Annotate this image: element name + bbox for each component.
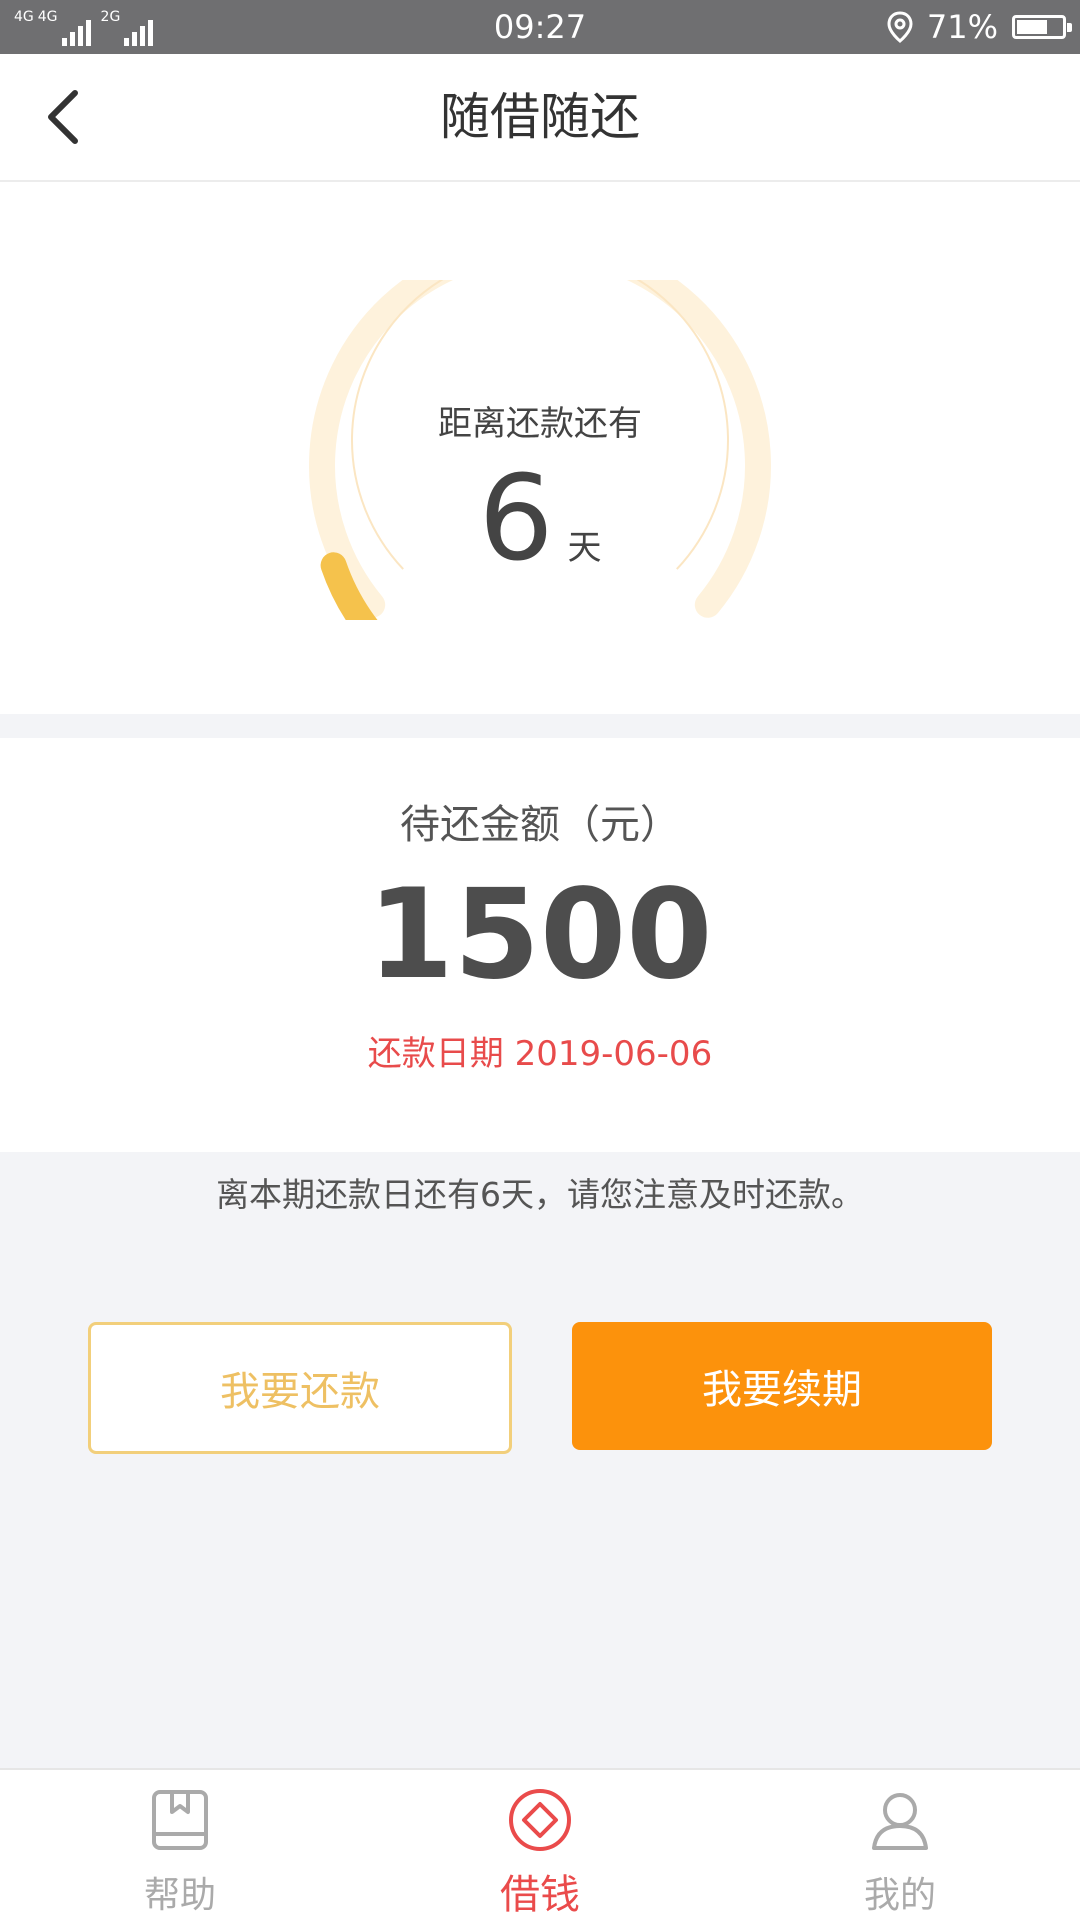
status-bar: 4G 4G 2G 09:27 71% xyxy=(0,0,1080,54)
nav-bar: 随借随还 xyxy=(0,54,1080,182)
amount-card: 待还金额（元） 1500 还款日期 2019-06-06 xyxy=(0,738,1080,1152)
amount-value: 1500 xyxy=(367,863,713,1007)
countdown-card: 距离还款还有 6天 xyxy=(0,182,1080,714)
battery-fill xyxy=(1017,20,1047,34)
tab-mine[interactable]: 我的 xyxy=(720,1770,1080,1922)
tab-bar: 帮助 借钱 我的 xyxy=(0,1768,1080,1922)
user-icon xyxy=(872,1793,928,1850)
diamond-icon xyxy=(509,1789,571,1851)
repay-button[interactable]: 我要还款 xyxy=(88,1322,512,1454)
amount-label: 待还金额（元） xyxy=(400,802,680,848)
book-icon xyxy=(152,1790,208,1850)
due-date: 还款日期 2019-06-06 xyxy=(367,1034,713,1074)
renew-button[interactable]: 我要续期 xyxy=(572,1322,992,1450)
countdown-days: 6 xyxy=(478,449,554,587)
countdown-unit: 天 xyxy=(567,528,602,568)
repayment-notice: 离本期还款日还有6天，请您注意及时还款。 xyxy=(216,1175,864,1214)
page-title: 随借随还 xyxy=(440,88,640,146)
tab-help[interactable]: 帮助 xyxy=(0,1770,360,1922)
location-icon xyxy=(887,11,913,43)
battery-icon xyxy=(1012,15,1072,39)
tab-help-label: 帮助 xyxy=(143,1875,216,1916)
tab-borrow[interactable]: 借钱 xyxy=(360,1770,720,1922)
battery-percent: 71% xyxy=(926,8,998,46)
tab-mine-label: 我的 xyxy=(863,1875,936,1916)
countdown-caption: 距离还款还有 xyxy=(438,404,642,444)
tab-borrow-label: 借钱 xyxy=(500,1872,580,1918)
status-right: 71% xyxy=(887,8,1072,46)
countdown-value: 6天 xyxy=(290,452,790,584)
